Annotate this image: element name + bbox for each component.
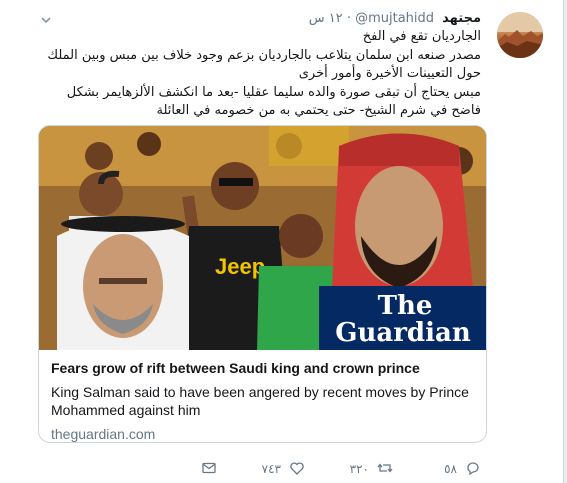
retweet-button[interactable]: ٣٢٠ bbox=[305, 460, 393, 479]
tweet[interactable]: مجتهد @mujtahidd · ١٢ س الجارديان تقع في… bbox=[0, 0, 564, 483]
card-domain: theguardian.com bbox=[51, 426, 156, 442]
tweet-line: حول التعيينات الأخيرة وأمور أخرى bbox=[298, 66, 481, 81]
tweet-line: الجارديان تقع في الفخ bbox=[362, 29, 481, 44]
card-image[interactable]: Jeep The Guardian bbox=[39, 126, 486, 350]
link-card[interactable]: Jeep The Guardian Fears grow of rift bet… bbox=[38, 125, 487, 443]
tweet-text: الجارديان تقع في الفخ مصدر صنعه ابن سلما… bbox=[31, 28, 481, 121]
like-count: ٧٤٣ bbox=[261, 462, 281, 476]
like-icon bbox=[289, 460, 305, 479]
tweet-line: فاضح في شرم الشيخ- حتى يحتمي به من خصومه… bbox=[156, 103, 482, 118]
tweet-line: مصدر صنعه ابن سلمان يتلاعب بالجارديان بز… bbox=[47, 47, 481, 63]
tweet-line: مبس يحتاج أن تبقى صورة والده سليما عقليا… bbox=[66, 84, 481, 100]
retweet-icon bbox=[377, 460, 393, 479]
message-button[interactable] bbox=[129, 460, 217, 479]
tweet-timestamp[interactable]: ١٢ س bbox=[309, 11, 343, 26]
reply-count: ٥٨ bbox=[444, 462, 457, 476]
author-name[interactable]: مجتهد bbox=[442, 11, 481, 26]
like-button[interactable]: ٧٤٣ bbox=[217, 460, 305, 479]
author-handle[interactable]: @mujtahidd bbox=[355, 11, 434, 26]
tweet-actions: ٥٨ ٣٢٠ ٧٤٣ bbox=[71, 460, 481, 478]
reply-button[interactable]: ٥٨ bbox=[393, 460, 481, 479]
avatar[interactable] bbox=[497, 12, 543, 58]
jersey-text: Jeep bbox=[215, 254, 265, 279]
watermark-the: The bbox=[378, 291, 433, 321]
reply-icon bbox=[465, 460, 481, 479]
message-icon bbox=[201, 460, 217, 479]
tweet-header: مجتهد @mujtahidd · ١٢ س bbox=[309, 10, 481, 28]
retweet-count: ٣٢٠ bbox=[349, 462, 369, 476]
separator-dot: · bbox=[346, 11, 351, 26]
card-title[interactable]: Fears grow of rift between Saudi king an… bbox=[51, 359, 474, 377]
watermark-guardian: Guardian bbox=[335, 318, 471, 348]
card-description: King Salman said to have been angered by… bbox=[51, 384, 469, 418]
